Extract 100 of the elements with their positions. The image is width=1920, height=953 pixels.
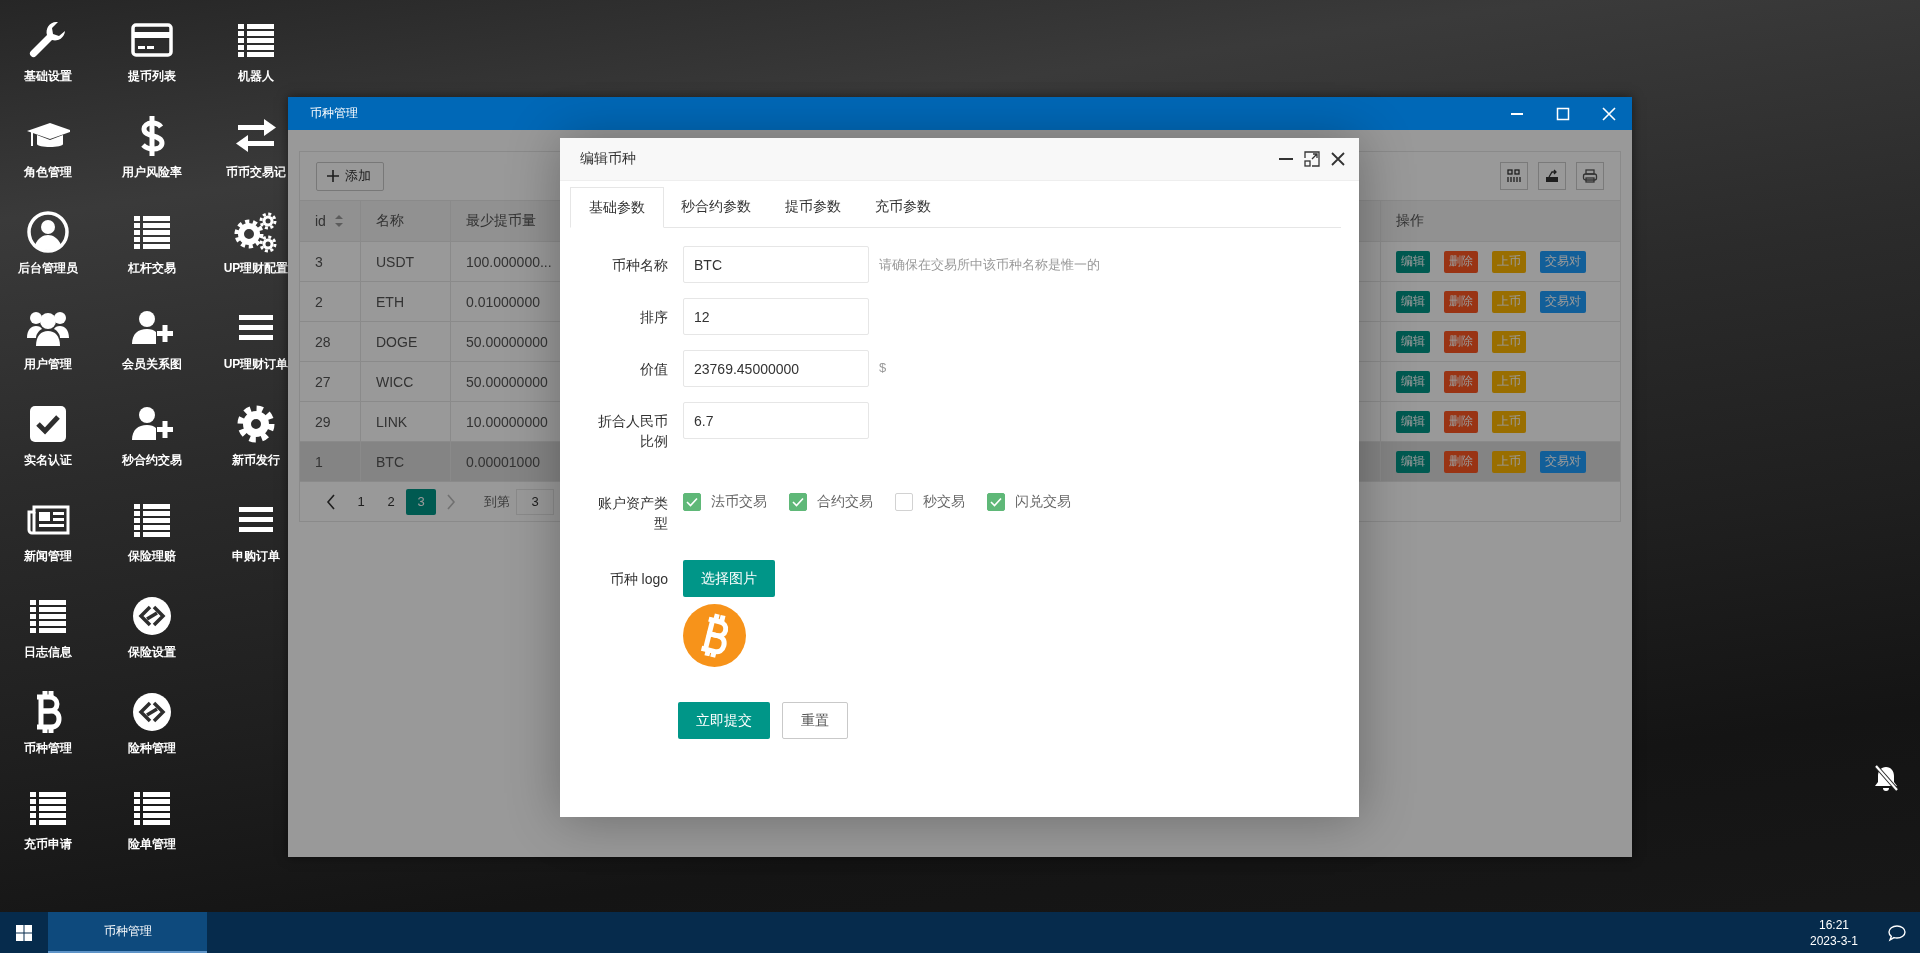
add-button[interactable]: 添加 <box>316 161 384 191</box>
desktop-shortcut[interactable]: 申购订单 <box>232 488 280 565</box>
close-button[interactable] <box>1329 150 1347 168</box>
tab[interactable]: 充币参数 <box>858 187 948 227</box>
columns-button[interactable] <box>1500 162 1528 190</box>
close-icon <box>1602 106 1616 121</box>
speech-bubble-icon <box>1888 923 1906 942</box>
gears-icon <box>234 210 278 254</box>
minimize-icon <box>1279 158 1293 160</box>
checkbox[interactable] <box>789 493 807 511</box>
tab[interactable]: 提币参数 <box>768 187 858 227</box>
input-field[interactable]: 12 <box>683 298 869 335</box>
checkbox-label: 秒交易 <box>923 493 965 511</box>
desktop-shortcut[interactable]: 实名认证 <box>24 392 72 469</box>
export-icon <box>1544 168 1560 184</box>
field-label: 币种 logo <box>608 570 669 589</box>
bell-off-icon <box>1874 764 1898 792</box>
desktop-shortcut[interactable]: UP理财订单 <box>223 296 289 373</box>
chevron-left-icon <box>326 493 336 510</box>
print-button[interactable] <box>1576 162 1604 190</box>
desktop-shortcut[interactable]: 币币交易记 <box>226 104 286 181</box>
desktop-shortcut[interactable]: 险种管理 <box>128 680 176 757</box>
desktop-shortcut[interactable]: 会员关系图 <box>122 296 182 373</box>
column-header: id <box>315 213 326 229</box>
reset-button[interactable]: 重置 <box>782 702 848 739</box>
table-cell: 1 <box>315 453 323 470</box>
table-cell: 3 <box>315 253 323 270</box>
link-circle-icon <box>130 690 174 734</box>
checkbox[interactable] <box>895 493 913 511</box>
input-field[interactable]: BTC <box>683 246 869 283</box>
table-cell: 0.01000000 <box>466 293 540 310</box>
table-cell: USDT <box>376 253 415 270</box>
field-label: 价值 <box>639 360 669 379</box>
maximize-icon <box>1303 150 1321 168</box>
maximize-icon <box>1556 106 1570 121</box>
table-cell: 2 <box>315 293 323 310</box>
close-icon <box>1329 150 1347 168</box>
minimize-icon <box>1510 112 1524 115</box>
table-cell: WICC <box>376 373 414 390</box>
table-cell: ETH <box>376 293 404 310</box>
input-field[interactable]: 23769.45000000 <box>683 350 869 387</box>
columns-icon <box>1506 168 1522 184</box>
field-label: 排序 <box>639 308 669 327</box>
goto-label: 到第 <box>484 492 510 511</box>
checkbox[interactable] <box>987 493 1005 511</box>
desktop-shortcut[interactable]: 新闻管理 <box>24 488 72 565</box>
check-icon <box>990 497 1002 507</box>
desktop-shortcut[interactable]: 后台管理员 <box>18 200 78 277</box>
upload-image-button[interactable]: 选择图片 <box>683 560 775 597</box>
maximize-button[interactable] <box>1303 150 1321 168</box>
desktop-shortcut[interactable]: 日志信息 <box>24 584 72 661</box>
column-header: 名称 <box>376 212 404 230</box>
table-cell: 10.00000000 <box>466 413 548 430</box>
plus-icon <box>327 170 339 182</box>
bitcoin-logo-icon <box>683 604 746 667</box>
desktop-shortcut[interactable]: 险单管理 <box>128 776 176 853</box>
input-field[interactable]: 6.7 <box>683 402 869 439</box>
desktop-shortcut[interactable]: 充币申请 <box>24 776 72 853</box>
page-button[interactable]: 2 <box>376 488 406 515</box>
field-label: 币种名称 <box>611 256 669 275</box>
windows-icon <box>16 924 32 941</box>
desktop-shortcut[interactable]: 杠杆交易 <box>128 200 176 277</box>
table-cell: 0.00001000 <box>466 453 540 470</box>
check-icon <box>792 497 804 507</box>
field-label: 折合人民币比例 <box>597 412 669 451</box>
column-header: 最少提币量 <box>466 212 536 230</box>
window-title: 币种管理 <box>310 105 359 122</box>
desktop-shortcut[interactable]: 新币发行 <box>232 392 280 469</box>
table-cell: 50.00000000 <box>466 333 548 350</box>
taskbar-item[interactable]: 币种管理 <box>48 912 207 953</box>
desktop-shortcut[interactable]: 机器人 <box>234 8 278 85</box>
desktop-shortcut[interactable]: 保险理赔 <box>128 488 176 565</box>
print-icon <box>1582 168 1598 184</box>
desktop-shortcut[interactable]: 用户管理 <box>24 296 72 373</box>
desktop-shortcut[interactable]: 币种管理 <box>24 680 72 757</box>
export-button[interactable] <box>1538 162 1566 190</box>
desktop-shortcut[interactable]: 提币列表 <box>128 8 176 85</box>
desktop-shortcut[interactable]: 保险设置 <box>128 584 176 661</box>
checkbox[interactable] <box>683 493 701 511</box>
desktop-shortcut[interactable]: UP理财配置 <box>223 200 289 277</box>
checkbox-label: 合约交易 <box>817 493 873 511</box>
field-hint: $ <box>878 359 887 375</box>
table-cell: 29 <box>315 413 331 430</box>
tab[interactable]: 秒合约参数 <box>664 187 768 227</box>
chevron-right-icon <box>446 493 456 510</box>
link-circle-icon <box>130 594 174 638</box>
table-cell: LINK <box>376 413 408 430</box>
desktop-shortcut[interactable]: 基础设置 <box>24 8 72 85</box>
table-cell: 50.00000000 <box>466 373 548 390</box>
submit-button[interactable]: 立即提交 <box>678 702 770 739</box>
column-header: 操作 <box>1396 212 1424 230</box>
clock-time: 16:21 <box>1819 916 1849 933</box>
desktop-shortcut[interactable]: 秒合约交易 <box>122 392 182 469</box>
sort-icon[interactable] <box>333 214 344 228</box>
desktop-shortcut[interactable]: 用户风险率 <box>122 104 182 181</box>
desktop-shortcut[interactable]: 角色管理 <box>24 104 72 181</box>
page-button[interactable]: 1 <box>346 488 376 515</box>
table-cell: 27 <box>315 373 331 390</box>
page-input[interactable]: 3 <box>516 488 554 515</box>
tab[interactable]: 基础参数 <box>570 187 664 228</box>
